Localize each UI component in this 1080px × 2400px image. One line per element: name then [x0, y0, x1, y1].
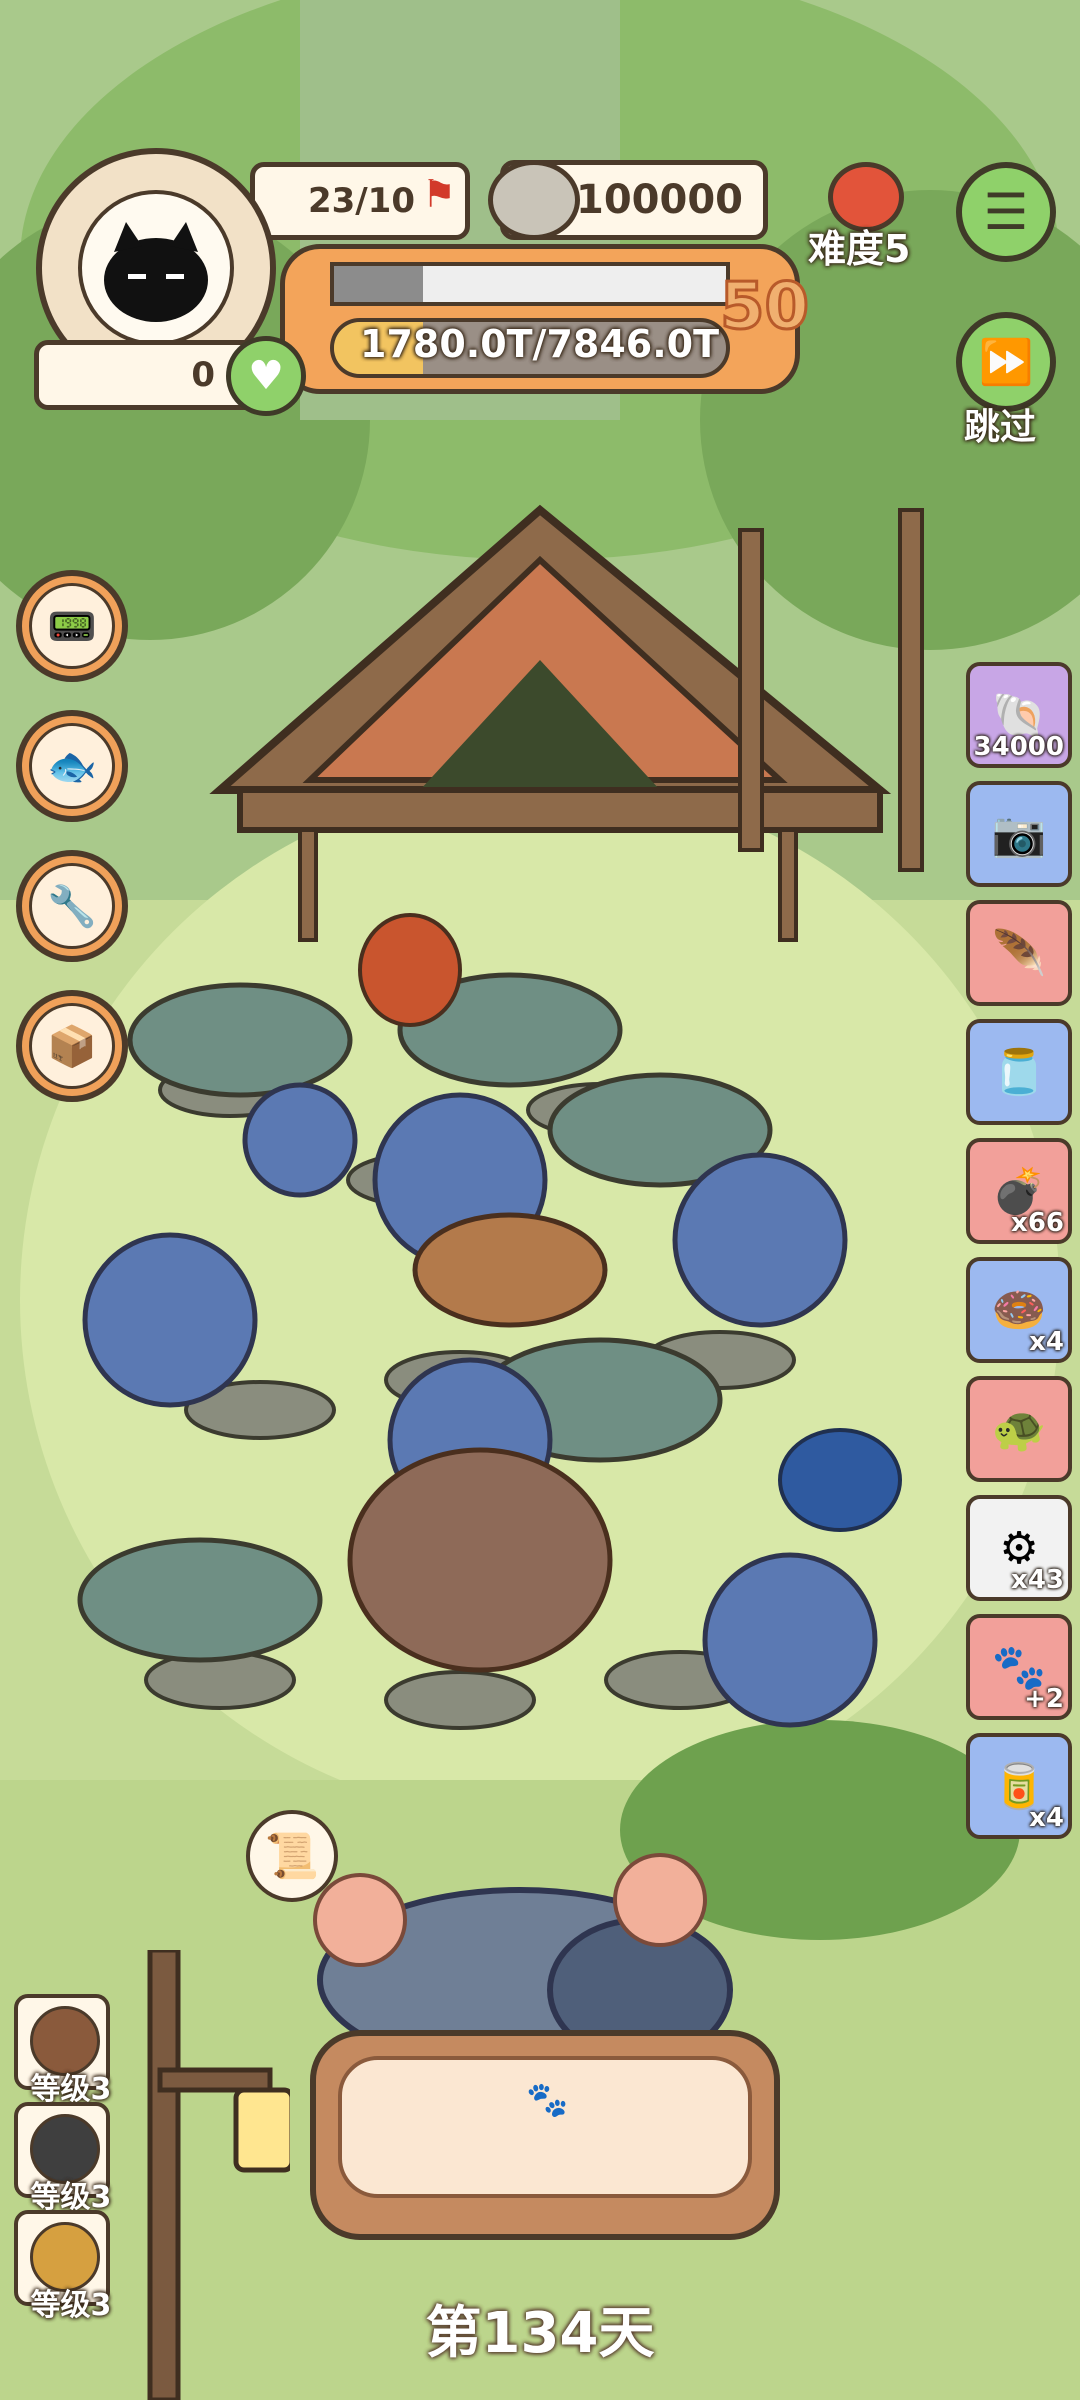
side-item-paw-plus[interactable]: 🐾 +2: [966, 1614, 1072, 1720]
fish-button[interactable]: 🐟: [16, 710, 128, 822]
menu-button[interactable]: ☰: [956, 162, 1056, 262]
xp-progress-fill: [334, 266, 423, 302]
fast-forward-icon: ⏩: [978, 337, 1034, 388]
side-item-count: x4: [1029, 1327, 1064, 1357]
side-item-count: +2: [1024, 1684, 1064, 1714]
handheld-device-button[interactable]: 📟: [16, 570, 128, 682]
action-plaque[interactable]: 🐾: [310, 2030, 780, 2240]
side-item-ammonite[interactable]: 🐚 34000: [966, 662, 1072, 768]
side-item-jar[interactable]: 🫙: [966, 1019, 1072, 1125]
heart-icon[interactable]: ♥: [226, 336, 306, 416]
handheld-device-icon: 📟: [47, 603, 97, 650]
resource-progress-text: 1780.0T/7846.0T: [360, 322, 719, 366]
level-badge-label: 等级3: [30, 2288, 112, 2323]
xp-progress-track: [330, 262, 730, 306]
side-item-count: x4: [1029, 1803, 1064, 1833]
tin-can-coin-icon: [488, 160, 580, 240]
day-counter: 第134天: [425, 2301, 655, 2366]
side-item-camera[interactable]: 📷: [966, 781, 1072, 887]
level-badge-egg[interactable]: 等级3: [14, 1994, 111, 2107]
paw-icon: 🐾: [526, 2080, 569, 2120]
heart-amount: 0: [191, 355, 215, 395]
level-badge-mushroom[interactable]: 等级3: [14, 2210, 111, 2323]
feather-icon: 🪶: [991, 928, 1047, 979]
difficulty-label: 难度5: [808, 227, 911, 271]
level-number: 50: [718, 269, 810, 346]
skip-button[interactable]: ⏩: [956, 312, 1056, 412]
coin-amount: 100000: [576, 177, 743, 223]
side-item-turtle-shell[interactable]: 🐢: [966, 1376, 1072, 1482]
jar-icon: 🫙: [991, 1047, 1047, 1098]
side-item-donut[interactable]: 🍩 x4: [966, 1257, 1072, 1363]
side-item-count: x43: [1011, 1565, 1064, 1595]
sleeping-creature: [313, 1853, 733, 2060]
action-plaque-inner: [338, 2056, 752, 2198]
side-item-tin-can[interactable]: 🥫 x4: [966, 1733, 1072, 1839]
level-badge-dinosaur[interactable]: 等级3: [14, 2102, 111, 2215]
box-icon: 📦: [47, 1023, 97, 1070]
box-button[interactable]: 📦: [16, 990, 128, 1102]
side-item-gear-trap[interactable]: ⚙ x43: [966, 1495, 1072, 1601]
fish-icon: 🐟: [47, 743, 97, 790]
skip-label: 跳过: [964, 407, 1037, 448]
menu-list-icon: ☰: [983, 183, 1029, 241]
flag-count-text: 23/10: [307, 181, 415, 221]
tools-icon: 🔧: [47, 883, 97, 930]
black-cat-avatar-icon: [104, 222, 208, 322]
side-item-count: 34000: [973, 732, 1064, 762]
tools-button[interactable]: 🔧: [16, 850, 128, 962]
turtle-shell-icon: 🐢: [991, 1404, 1047, 1455]
side-item-count: x66: [1011, 1208, 1064, 1238]
certificate-bubble-icon[interactable]: 📜: [246, 1810, 338, 1902]
side-item-bomb[interactable]: 💣 x66: [966, 1138, 1072, 1244]
side-item-feather[interactable]: 🪶: [966, 900, 1072, 1006]
dinosaur-herd: [77, 913, 902, 1730]
flag-icon: ⚑: [422, 172, 457, 216]
camera-icon: 📷: [991, 809, 1047, 860]
